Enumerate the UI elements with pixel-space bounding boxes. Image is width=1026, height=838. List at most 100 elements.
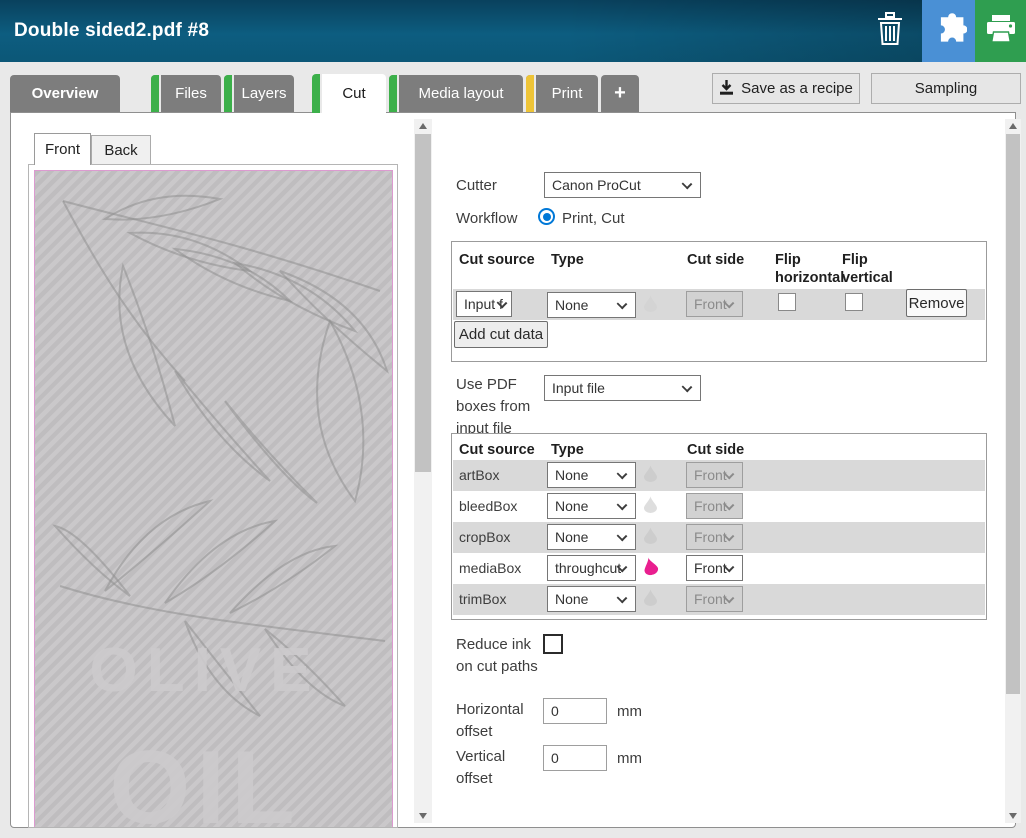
save-icon bbox=[719, 79, 734, 99]
save-as-recipe-label: Save as a recipe bbox=[741, 80, 853, 97]
cut-source-select[interactable]: Input f bbox=[456, 291, 512, 317]
cutter-label: Cutter bbox=[456, 175, 541, 197]
type-value: None bbox=[555, 467, 588, 483]
type-select[interactable]: None bbox=[547, 292, 636, 318]
cut-side-select-trimbox: Front bbox=[686, 586, 743, 612]
tab-overview[interactable]: Overview bbox=[10, 75, 120, 112]
tab-label: Cut bbox=[322, 74, 386, 113]
tab-layers[interactable]: Layers bbox=[224, 75, 294, 112]
type-value: None bbox=[555, 529, 588, 545]
tab-add[interactable]: + bbox=[601, 75, 639, 112]
cut-side-value: Front bbox=[694, 498, 727, 514]
flip-vertical-checkbox[interactable] bbox=[845, 293, 863, 311]
remove-label: Remove bbox=[909, 295, 965, 312]
chevron-down-icon bbox=[617, 531, 628, 542]
pdf-boxes-value: Input file bbox=[552, 380, 605, 396]
reduce-ink-label: Reduce ink on cut paths bbox=[456, 634, 544, 678]
tab-print[interactable]: Print bbox=[526, 75, 598, 112]
remove-button[interactable]: Remove bbox=[906, 289, 967, 317]
pdf-boxes-label: Use PDF boxes from input file bbox=[456, 374, 538, 440]
preview-tab-label: Front bbox=[45, 141, 80, 158]
delete-job-button[interactable] bbox=[862, 0, 918, 62]
workflow-value: Print, Cut bbox=[562, 208, 625, 230]
cut-side-value: Front bbox=[694, 296, 727, 312]
cut-side-select-bleedbox: Front bbox=[686, 493, 743, 519]
plus-icon: + bbox=[601, 75, 639, 112]
cut-side-select-artbox: Front bbox=[686, 462, 743, 488]
horizontal-offset-unit: mm bbox=[617, 703, 642, 720]
chevron-down-icon bbox=[617, 469, 628, 480]
cutter-select[interactable]: Canon ProCut bbox=[544, 172, 701, 198]
scroll-down-icon[interactable] bbox=[414, 809, 432, 823]
tab-label: Media layout bbox=[399, 75, 523, 112]
settings-scrollbar[interactable] bbox=[1005, 119, 1021, 823]
col-header-flip-horizontal: Flip horizontal bbox=[775, 251, 843, 287]
cut-side-select-mediabox[interactable]: Front bbox=[686, 555, 743, 581]
scroll-down-icon[interactable] bbox=[1005, 809, 1021, 823]
preview-scrollbar[interactable] bbox=[414, 119, 432, 823]
vertical-offset-input[interactable] bbox=[543, 745, 607, 771]
scroll-up-icon[interactable] bbox=[414, 119, 432, 133]
col-header-type: Type bbox=[551, 441, 584, 459]
type-select-bleedbox[interactable]: None bbox=[547, 493, 636, 519]
col-header-cut-source: Cut source bbox=[459, 251, 535, 269]
horizontal-offset-label: Horizontal offset bbox=[456, 699, 541, 743]
pdf-box-name: bleedBox bbox=[459, 498, 517, 514]
tab-cut[interactable]: Cut bbox=[312, 74, 386, 113]
type-value: None bbox=[555, 498, 588, 514]
plugins-button[interactable] bbox=[922, 0, 975, 62]
radio-dot bbox=[543, 213, 551, 221]
sampling-button[interactable]: Sampling bbox=[871, 73, 1021, 104]
preview-tab-label: Back bbox=[104, 142, 137, 159]
type-select-cropbox[interactable]: None bbox=[547, 524, 636, 550]
print-job-button[interactable] bbox=[975, 0, 1026, 62]
puzzle-icon bbox=[931, 11, 967, 52]
col-header-type: Type bbox=[551, 251, 584, 269]
type-value: None bbox=[555, 591, 588, 607]
col-header-flip-vertical: Flip vertical bbox=[842, 251, 894, 287]
preview-tab-back[interactable]: Back bbox=[91, 135, 151, 165]
add-cut-data-label: Add cut data bbox=[459, 326, 543, 343]
preview-tab-front[interactable]: Front bbox=[34, 133, 91, 165]
scroll-up-icon[interactable] bbox=[1005, 119, 1021, 133]
ink-droplet-icon-active bbox=[641, 556, 660, 582]
scrollbar-thumb[interactable] bbox=[415, 134, 431, 472]
col-header-cut-source: Cut source bbox=[459, 441, 535, 459]
chevron-down-icon bbox=[617, 299, 628, 310]
printer-icon bbox=[983, 11, 1019, 52]
scrollbar-thumb[interactable] bbox=[1006, 134, 1020, 694]
chevron-down-icon bbox=[617, 500, 628, 511]
workflow-radio[interactable] bbox=[538, 208, 555, 225]
vertical-offset-unit: mm bbox=[617, 750, 642, 767]
pdf-boxes-select[interactable]: Input file bbox=[544, 375, 701, 401]
ink-droplet-icon bbox=[644, 496, 657, 518]
tab-media-layout[interactable]: Media layout bbox=[389, 75, 523, 112]
olive-artwork: OLIVE OIL bbox=[35, 171, 392, 828]
flip-horizontal-checkbox[interactable] bbox=[778, 293, 796, 311]
type-value: throughcut bbox=[555, 560, 621, 576]
tab-status-stripe bbox=[312, 74, 322, 113]
horizontal-offset-input[interactable] bbox=[543, 698, 607, 724]
workflow-label: Workflow bbox=[456, 208, 541, 230]
cut-source-table: Cut source Type Cut side Flip horizontal… bbox=[451, 241, 987, 362]
tab-label: Layers bbox=[234, 75, 294, 112]
col-header-cut-side: Cut side bbox=[687, 251, 744, 269]
reduce-ink-checkbox[interactable] bbox=[543, 634, 563, 654]
type-select-artbox[interactable]: None bbox=[547, 462, 636, 488]
tab-files[interactable]: Files bbox=[151, 75, 221, 112]
type-select-trimbox[interactable]: None bbox=[547, 586, 636, 612]
cutter-value: Canon ProCut bbox=[552, 177, 641, 193]
cut-side-value: Front bbox=[694, 529, 727, 545]
tab-label: Print bbox=[536, 75, 598, 112]
ink-droplet-icon bbox=[644, 295, 657, 317]
job-header: Double sided2.pdf #8 bbox=[0, 0, 1026, 62]
cut-side-select: Front bbox=[686, 291, 743, 317]
add-cut-data-button[interactable]: Add cut data bbox=[454, 321, 548, 348]
type-select-mediabox[interactable]: throughcut bbox=[547, 555, 636, 581]
tab-label: Overview bbox=[10, 75, 120, 112]
save-as-recipe-button[interactable]: Save as a recipe bbox=[712, 73, 860, 104]
artwork-canvas: OLIVE OIL bbox=[34, 170, 393, 828]
col-header-cut-side: Cut side bbox=[687, 441, 744, 459]
pdf-box-name: trimBox bbox=[459, 591, 506, 607]
pdf-box-name: artBox bbox=[459, 467, 499, 483]
